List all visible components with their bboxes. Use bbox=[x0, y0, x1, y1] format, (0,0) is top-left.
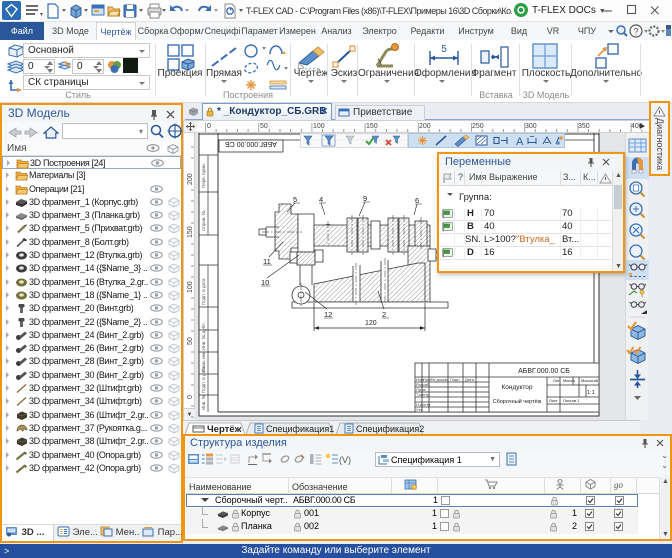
svg-text:(V): (V) bbox=[339, 455, 351, 465]
svg-text:Дата: Дата bbox=[465, 377, 475, 382]
svg-text:Лит.: Лит. bbox=[553, 378, 560, 383]
svg-text:АБВГ.000.00 СБ: АБВГ.000.00 СБ bbox=[225, 140, 277, 147]
svg-text:5: 5 bbox=[441, 44, 447, 55]
svg-text:Подп. и дата: Подп. и дата bbox=[201, 366, 206, 393]
svg-text:A: A bbox=[516, 136, 524, 148]
svg-text:4: 4 bbox=[319, 195, 323, 204]
svg-text:50: 50 bbox=[187, 337, 194, 345]
svg-text:50: 50 bbox=[260, 123, 268, 130]
svg-text:Сборочный чертёж: Сборочный чертёж bbox=[493, 398, 542, 405]
svg-text:Масса: Масса bbox=[563, 378, 576, 383]
svg-text:2: 2 bbox=[382, 310, 386, 319]
svg-text:200: 200 bbox=[419, 123, 431, 130]
svg-text:Подп. и дата: Подп. и дата bbox=[201, 278, 206, 305]
svg-text:Спецификация1: Спецификация1 bbox=[266, 424, 334, 434]
svg-text:Инв. № дубл.: Инв. № дубл. bbox=[201, 322, 206, 350]
svg-text:АБВГ.000.00 СБ: АБВГ.000.00 СБ bbox=[518, 368, 570, 375]
svg-text:5: 5 bbox=[293, 195, 297, 204]
svg-text:Подп.: Подп. bbox=[450, 377, 461, 382]
svg-text:Инв. №: Инв. № bbox=[201, 394, 206, 410]
svg-text:Лист: Лист bbox=[549, 398, 558, 403]
svg-text:200: 200 bbox=[187, 173, 194, 185]
svg-text:150: 150 bbox=[366, 123, 378, 130]
svg-text:150: 150 bbox=[187, 226, 194, 238]
svg-text:11: 11 bbox=[263, 257, 271, 266]
svg-text:Листов 1: Листов 1 bbox=[563, 398, 580, 403]
svg-text:100: 100 bbox=[187, 281, 194, 293]
svg-text:Масштаб: Масштаб bbox=[581, 378, 599, 383]
svg-text:?: ? bbox=[633, 27, 638, 37]
svg-text:№ докум.: № докум. bbox=[431, 377, 449, 382]
svg-text:0: 0 bbox=[187, 395, 194, 399]
svg-text:100: 100 bbox=[313, 123, 325, 130]
svg-text:300: 300 bbox=[525, 123, 537, 130]
svg-text:Т.контр.: Т.контр. bbox=[416, 392, 431, 397]
svg-text:12: 12 bbox=[324, 310, 332, 319]
svg-text:250: 250 bbox=[472, 123, 484, 130]
svg-text:Кондуктор: Кондуктор bbox=[501, 384, 532, 391]
svg-text:Спецификация2: Спецификация2 bbox=[356, 424, 424, 434]
svg-text:6: 6 bbox=[415, 196, 419, 205]
svg-text:10: 10 bbox=[261, 278, 269, 287]
svg-text:Справ. №: Справ. № bbox=[201, 210, 206, 231]
svg-text:Утв.: Утв. bbox=[416, 407, 424, 412]
svg-text:9: 9 bbox=[363, 194, 367, 203]
svg-text:350: 350 bbox=[578, 123, 590, 130]
svg-text:go: go bbox=[614, 480, 624, 490]
svg-text:120: 120 bbox=[365, 320, 377, 327]
svg-text:1:1: 1:1 bbox=[587, 390, 595, 396]
svg-text:Перв. прим.: Перв. прим. bbox=[201, 163, 206, 188]
svg-text:0: 0 bbox=[207, 123, 211, 130]
